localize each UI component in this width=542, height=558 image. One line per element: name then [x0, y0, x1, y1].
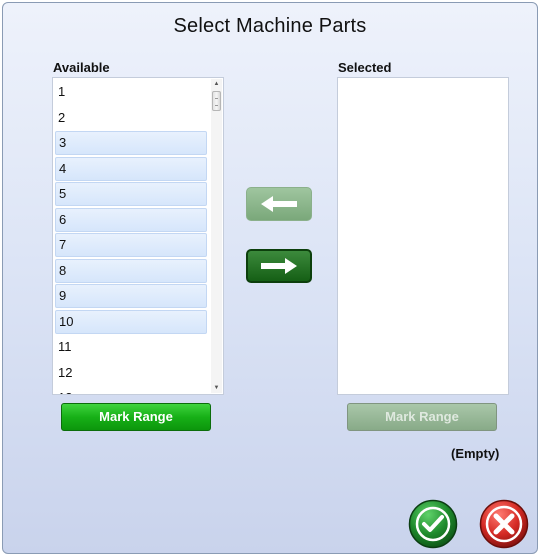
move-left-button[interactable] — [246, 187, 312, 221]
available-list-item[interactable]: 5 — [55, 182, 207, 206]
scroll-down-icon[interactable]: ▼ — [211, 383, 222, 393]
available-list-item[interactable]: 9 — [55, 284, 207, 308]
select-machine-parts-dialog: Select Machine Parts Available 123456789… — [2, 2, 538, 554]
scroll-thumb[interactable] — [212, 91, 221, 111]
dialog-title: Select Machine Parts — [173, 15, 367, 37]
arrow-left-icon — [261, 196, 297, 212]
selected-list[interactable] — [337, 77, 509, 395]
selected-mark-range-button[interactable]: Mark Range — [347, 403, 497, 431]
available-mark-range-button[interactable]: Mark Range — [61, 403, 211, 431]
available-list-item[interactable]: 10 — [55, 309, 207, 334]
available-list-item[interactable]: 11 — [55, 335, 207, 359]
available-list-item[interactable]: 2 — [55, 106, 207, 130]
available-scrollbar[interactable]: ▲ ▼ — [211, 79, 222, 393]
available-list-item[interactable]: 1 — [55, 80, 207, 104]
available-list-item[interactable]: 3 — [55, 131, 207, 155]
available-list-item[interactable]: 12 — [55, 361, 207, 385]
arrow-right-icon — [261, 258, 297, 274]
available-list-item[interactable]: 13 — [55, 386, 207, 394]
available-label: Available — [53, 60, 110, 75]
cancel-button[interactable] — [479, 499, 529, 549]
available-list[interactable]: 12345678910111213 ▲ ▼ — [52, 77, 224, 395]
ok-button[interactable] — [408, 499, 458, 549]
available-list-item[interactable]: 7 — [55, 233, 207, 257]
move-right-button[interactable] — [246, 249, 312, 283]
check-icon — [408, 499, 458, 549]
scroll-up-icon[interactable]: ▲ — [211, 79, 222, 89]
available-list-item[interactable]: 6 — [55, 207, 207, 232]
available-list-item[interactable]: 4 — [55, 156, 207, 181]
available-list-item[interactable]: 8 — [55, 258, 207, 283]
selected-status-text: (Empty) — [451, 446, 500, 461]
x-icon — [479, 499, 529, 549]
selected-label: Selected — [338, 60, 392, 75]
